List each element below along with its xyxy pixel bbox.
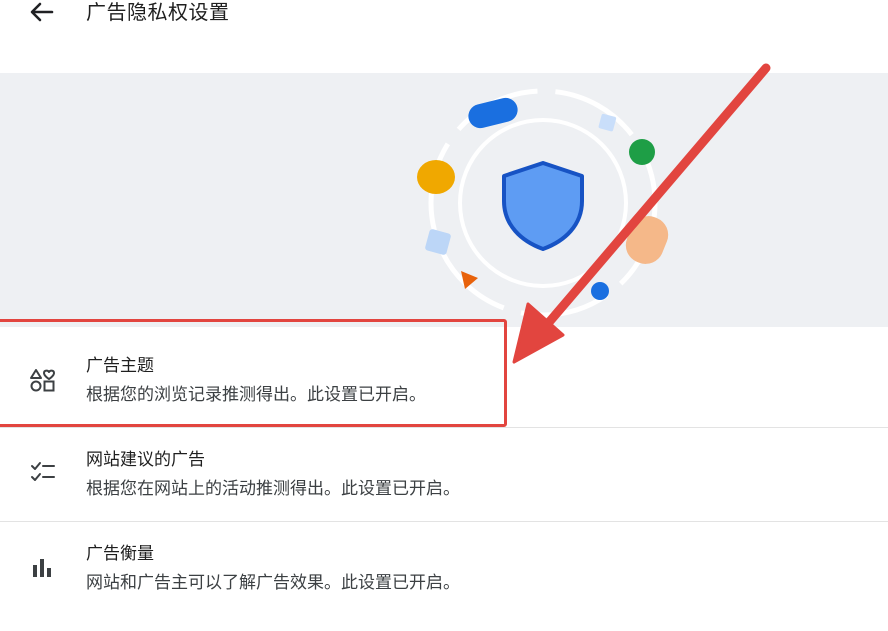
back-button[interactable] bbox=[24, 0, 60, 30]
checklist-icon bbox=[31, 462, 55, 481]
topics-shapes-icon bbox=[30, 369, 55, 392]
blue-dot bbox=[591, 282, 609, 300]
light-blue-square-shape bbox=[425, 229, 451, 255]
privacy-illustration bbox=[417, 88, 669, 318]
arrow-left-icon bbox=[30, 2, 54, 22]
setting-description: 根据您在网站上的活动推测得出。此设置已开启。 bbox=[86, 479, 460, 499]
yellow-dot bbox=[417, 160, 455, 194]
setting-title: 广告衡量 bbox=[86, 544, 154, 564]
setting-ad-topics[interactable]: 广告主题 根据您的浏览记录推测得出。此设置已开启。 bbox=[0, 332, 888, 424]
ad-privacy-settings-page: 广告隐私权设置 广告主题 根据您的浏览记录推测得出。此设置已开启。 网站建议的广… bbox=[0, 0, 888, 631]
shield-icon bbox=[502, 161, 584, 251]
peach-pill-shape bbox=[625, 216, 669, 264]
setting-ad-measurement[interactable]: 广告衡量 网站和广告主可以了解广告效果。此设置已开启。 bbox=[0, 522, 888, 614]
top-bar: 广告隐私权设置 bbox=[0, 0, 888, 60]
setting-description: 网站和广告主可以了解广告效果。此设置已开启。 bbox=[86, 573, 460, 593]
page-title: 广告隐私权设置 bbox=[86, 0, 230, 24]
green-dot bbox=[629, 139, 655, 165]
bar-chart-icon bbox=[33, 559, 51, 577]
setting-title: 网站建议的广告 bbox=[86, 450, 205, 470]
setting-description: 根据您的浏览记录推测得出。此设置已开启。 bbox=[86, 385, 426, 405]
setting-title: 广告主题 bbox=[86, 356, 154, 376]
setting-site-suggested-ads[interactable]: 网站建议的广告 根据您在网站上的活动推测得出。此设置已开启。 bbox=[0, 428, 888, 520]
hero-banner bbox=[0, 73, 888, 327]
